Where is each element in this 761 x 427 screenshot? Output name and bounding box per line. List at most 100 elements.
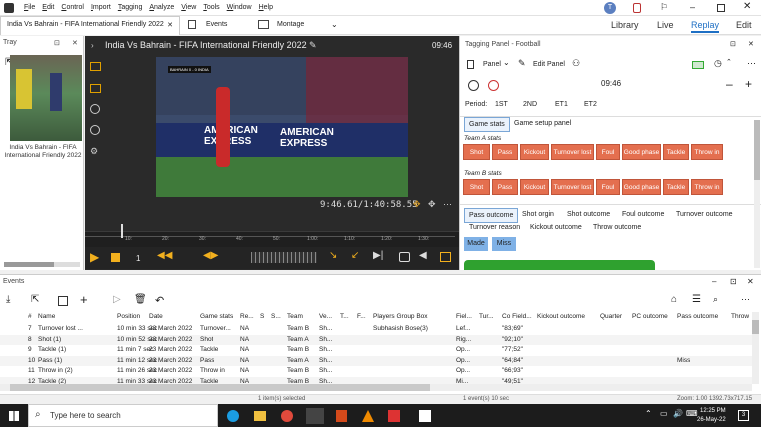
close-tray-icon[interactable]: ✕ xyxy=(72,39,78,47)
feedback-icon[interactable]: ⚐ xyxy=(660,2,668,13)
menu-window[interactable]: Window xyxy=(227,4,252,11)
search-events-icon[interactable]: ⌕ xyxy=(713,294,718,305)
app-icon[interactable] xyxy=(306,408,324,424)
menu-view[interactable]: View xyxy=(181,4,196,11)
network-tray-icon[interactable]: ▭ xyxy=(660,409,668,418)
volume-icon[interactable]: ◀ xyxy=(419,250,427,261)
notification-center-icon[interactable]: 3 xyxy=(738,410,749,421)
flag-icon[interactable] xyxy=(90,62,101,71)
menu-edit[interactable]: Edit xyxy=(42,4,54,11)
chevron-down-icon[interactable]: ⌄ xyxy=(331,20,338,29)
tray-scrollbar[interactable] xyxy=(4,262,80,267)
list-icon[interactable]: ☰ xyxy=(692,294,701,305)
home-icon[interactable]: ⌂ xyxy=(671,294,677,305)
redo-clock-icon[interactable] xyxy=(488,80,499,91)
team-a-turnover-lost-button[interactable]: Turnover lost xyxy=(551,144,594,160)
mode-library[interactable]: Library xyxy=(611,20,639,30)
column-header[interactable]: Tur... xyxy=(479,313,494,320)
move-icon[interactable]: ✥ xyxy=(413,199,421,210)
mode-live[interactable]: Live xyxy=(657,20,674,30)
sound-icon[interactable]: 🔊 xyxy=(673,409,683,418)
team-a-shot-button[interactable]: Shot xyxy=(463,144,490,160)
pitch-preview[interactable] xyxy=(464,260,655,270)
minimize-events-icon[interactable]: – xyxy=(712,277,716,286)
close-panel-icon[interactable]: ✕ xyxy=(748,40,754,48)
office-icon[interactable] xyxy=(336,410,347,422)
column-header[interactable]: Players Group Box xyxy=(373,313,428,320)
save-icon[interactable] xyxy=(58,296,68,306)
panel-dropdown[interactable]: Panel xyxy=(483,61,501,68)
close-events-icon[interactable]: ✕ xyxy=(747,277,754,286)
period-et2[interactable]: ET2 xyxy=(584,101,597,108)
taskbar-search[interactable]: ⌕ Type here to search xyxy=(28,404,218,427)
loop-icon[interactable] xyxy=(399,252,410,262)
crop-icon[interactable] xyxy=(90,84,101,93)
table-row[interactable]: 7 Turnover lost ... 10 min 33 sec 23 March … xyxy=(0,324,752,335)
mail-icon[interactable] xyxy=(388,410,400,422)
chevron-right-icon[interactable]: › xyxy=(91,41,94,50)
period-2nd[interactable]: 2ND xyxy=(523,101,537,108)
column-header[interactable]: PC outcome xyxy=(632,313,668,320)
menu-file[interactable]: File xyxy=(24,4,35,11)
tray-chevron-icon[interactable]: ⌃ xyxy=(645,409,652,418)
column-header[interactable]: Quarter xyxy=(600,313,622,320)
miss-button[interactable]: Miss xyxy=(492,237,516,251)
menu-analyze[interactable]: Analyze xyxy=(149,4,174,11)
tab-kickout-outcome[interactable]: Kickout outcome xyxy=(526,221,586,234)
menu-tools[interactable]: Tools xyxy=(203,4,219,11)
team-a-tackle-button[interactable]: Tackle xyxy=(663,144,689,160)
column-header[interactable]: # xyxy=(28,313,32,320)
pin-events-icon[interactable]: ⊡ xyxy=(730,277,737,286)
chrome-icon[interactable] xyxy=(281,410,293,422)
close-tab-icon[interactable]: ✕ xyxy=(167,21,173,29)
team-b-tackle-button[interactable]: Tackle xyxy=(663,179,689,195)
column-header[interactable]: Pass outcome xyxy=(677,313,718,320)
period-1st[interactable]: 1ST xyxy=(495,101,508,108)
plus-icon[interactable]: + xyxy=(745,77,752,91)
team-b-kickout-button[interactable]: Kickout xyxy=(520,179,549,195)
montage-toolbar-button[interactable]: Montage xyxy=(277,21,304,28)
column-header[interactable]: Position xyxy=(117,313,140,320)
more-video-icon[interactable]: ⋯ xyxy=(443,199,452,210)
table-row[interactable]: 10 Pass (1) 11 min 12 sec 23 March 2022 Pass… xyxy=(0,355,752,366)
minimize-button[interactable]: – xyxy=(690,2,695,12)
column-header[interactable]: Kickout outcome xyxy=(537,313,585,320)
tab-game-setup-panel[interactable]: Game setup panel xyxy=(510,117,575,130)
table-row[interactable]: 11 Throw in (2) 11 min 26 sec 23 March 2022… xyxy=(0,366,752,377)
tab-throw-outcome[interactable]: Throw outcome xyxy=(589,221,645,234)
minus-icon[interactable]: – xyxy=(726,77,733,91)
skip-end-icon[interactable]: ▶| xyxy=(373,250,383,261)
team-b-foul-button[interactable]: Foul xyxy=(596,179,620,195)
next-clip-icon[interactable]: ↙ xyxy=(351,250,359,261)
chevron-down-icon[interactable]: ⌄ xyxy=(503,58,510,67)
tab-foul-outcome[interactable]: Foul outcome xyxy=(618,208,668,221)
team-a-throw-in-button[interactable]: Throw in xyxy=(691,144,723,160)
download-icon[interactable]: ⤓ xyxy=(6,294,10,305)
close-button[interactable]: ✕ xyxy=(743,1,751,12)
video-frame[interactable]: BAHRAIN 0 - 0 INDIA AMERICAN EXPRESS AME… xyxy=(156,57,408,197)
user-avatar[interactable]: T xyxy=(604,2,616,14)
edit-panel-button[interactable]: Edit Panel xyxy=(533,61,565,68)
keyboard-icon[interactable] xyxy=(692,61,704,69)
column-header[interactable]: Co Field... xyxy=(502,313,532,320)
team-b-throw-in-button[interactable]: Throw in xyxy=(691,179,723,195)
share-events-icon[interactable]: ⇱ xyxy=(31,294,39,305)
events-toolbar-button[interactable]: Events xyxy=(206,21,227,28)
pin-panel-icon[interactable]: ⊡ xyxy=(730,40,736,48)
column-header[interactable]: Team xyxy=(287,313,303,320)
prev-clip-icon[interactable]: ↘ xyxy=(329,250,337,261)
table-row[interactable]: 8 Shot (1) 10 min 52 sec 23 March 2022 Shot N… xyxy=(0,334,752,345)
tools-icon[interactable] xyxy=(419,410,431,422)
column-header[interactable]: S... xyxy=(271,313,281,320)
menu-tagging[interactable]: Tagging xyxy=(118,4,143,11)
chevron-up-icon[interactable]: ⌃ xyxy=(726,58,732,66)
document-tab[interactable]: India Vs Bahrain - FIFA International Fr… xyxy=(0,16,180,35)
column-header[interactable]: Game stats xyxy=(200,313,233,320)
notification-icon[interactable] xyxy=(633,3,641,13)
team-a-pass-button[interactable]: Pass xyxy=(492,144,518,160)
add-icon[interactable]: + xyxy=(80,292,88,307)
edit-title-icon[interactable]: ✎ xyxy=(309,40,317,51)
mode-replay[interactable]: Replay xyxy=(691,20,720,33)
column-header[interactable]: S xyxy=(260,313,264,320)
settings-icon[interactable]: ⚙ xyxy=(90,146,98,157)
